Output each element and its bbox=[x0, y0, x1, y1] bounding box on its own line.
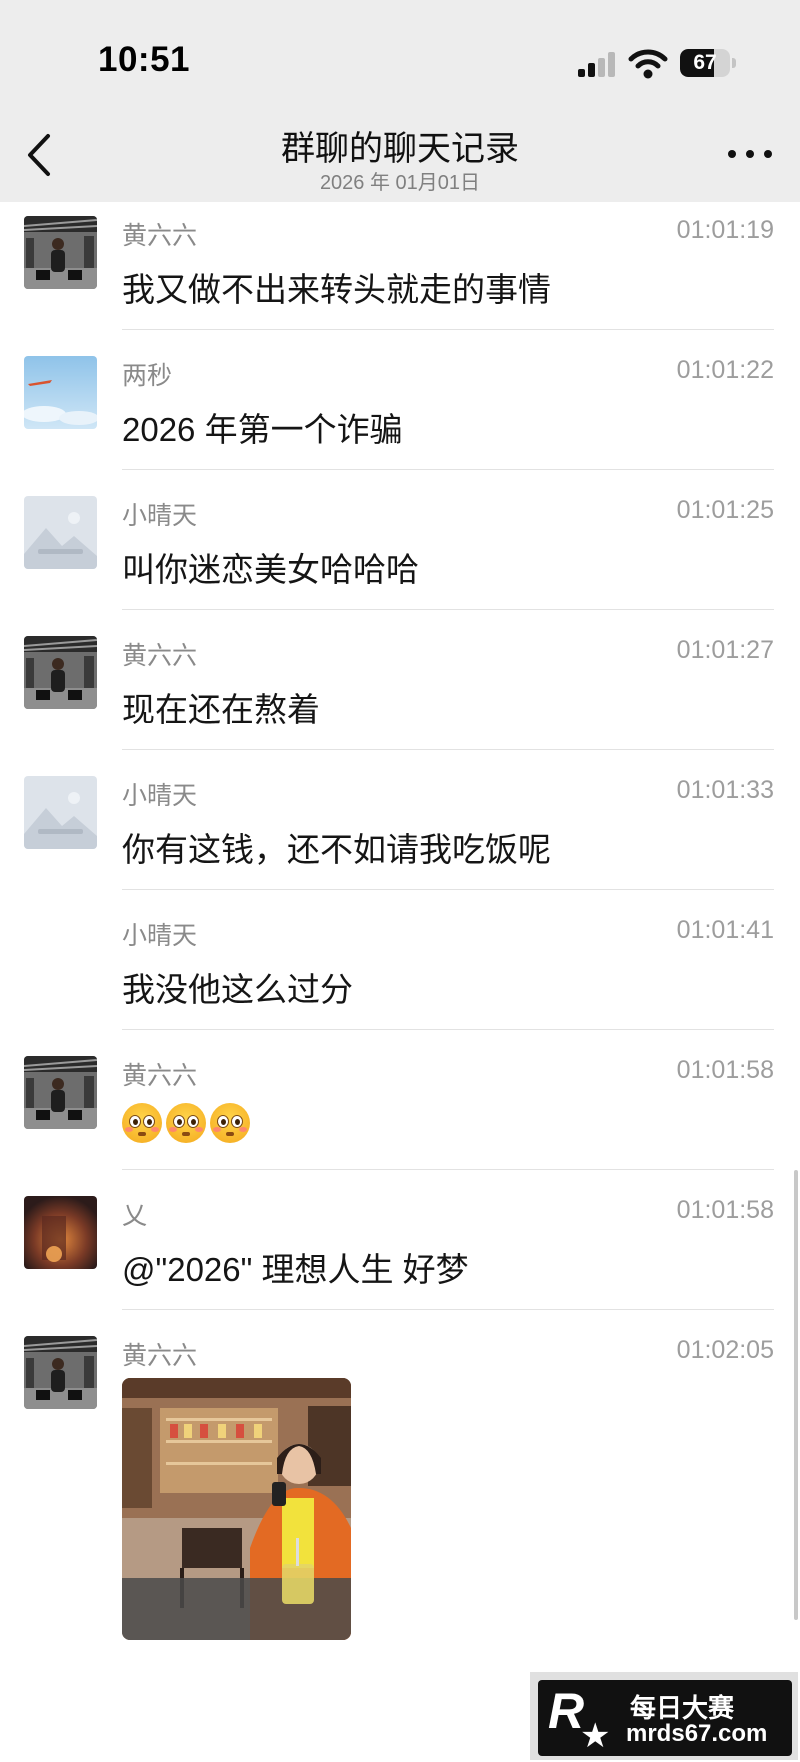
message-item[interactable]: 小晴天 01:01:33 你有这钱，还不如请我吃饭呢 bbox=[0, 750, 800, 890]
sender-name: 小晴天 bbox=[122, 782, 198, 810]
message-time: 01:01:33 bbox=[676, 776, 774, 804]
flushed-face-emoji bbox=[166, 1103, 206, 1144]
message-time: 01:01:19 bbox=[676, 216, 774, 244]
message-text: 我又做不出来转头就走的事情 bbox=[122, 271, 551, 308]
sender-name: 小晴天 bbox=[122, 922, 198, 950]
message-text: 现在还在熬着 bbox=[122, 691, 320, 728]
watermark-logo: R ★ 每日大赛 mrds67.com bbox=[528, 1670, 800, 1762]
message-photo[interactable] bbox=[122, 1378, 351, 1640]
avatar[interactable] bbox=[24, 356, 97, 429]
message-emoji bbox=[122, 1102, 254, 1144]
sender-name: 黄六六 bbox=[122, 1342, 198, 1370]
scrollbar[interactable] bbox=[794, 1170, 798, 1620]
sender-name: 黄六六 bbox=[122, 1062, 198, 1090]
status-time: 10:51 bbox=[98, 40, 191, 79]
sender-name: 小晴天 bbox=[122, 502, 198, 530]
avatar[interactable] bbox=[24, 1336, 97, 1409]
chat-history-screen: 小晴天01:01:04卧槽黄六六01:01:19我又做不出来转头就走的事情两秒0… bbox=[0, 0, 800, 1762]
wifi-icon bbox=[628, 49, 668, 79]
message-time: 01:01:58 bbox=[676, 1196, 774, 1224]
sender-name: 两秒 bbox=[122, 362, 173, 390]
battery-percent: 67 bbox=[693, 51, 717, 74]
message-text: 2026 年第一个诈骗 bbox=[122, 411, 403, 448]
avatar[interactable] bbox=[24, 496, 97, 569]
message-item[interactable]: 黄六六 01:01:19 我又做不出来转头就走的事情 bbox=[0, 190, 800, 330]
avatar[interactable] bbox=[24, 1196, 97, 1269]
star-icon: ★ bbox=[580, 1717, 611, 1755]
battery-indicator: 67 bbox=[680, 49, 736, 77]
message-time: 01:01:58 bbox=[676, 1056, 774, 1084]
page-title: 群聊的聊天记录 bbox=[281, 130, 519, 168]
watermark-r-logo: R bbox=[548, 1683, 585, 1739]
message-text: 我没他这么过分 bbox=[122, 971, 353, 1008]
flushed-face-emoji bbox=[122, 1103, 162, 1144]
avatar[interactable] bbox=[24, 636, 97, 709]
more-options-icon[interactable] bbox=[728, 150, 772, 162]
sender-name: 黄六六 bbox=[122, 222, 198, 250]
sender-name: 乂 bbox=[122, 1202, 148, 1230]
message-text: @"2026" 理想人生 好梦 bbox=[122, 1251, 469, 1288]
avatar[interactable] bbox=[24, 776, 97, 849]
message-item[interactable]: 乂 01:01:58 @"2026" 理想人生 好梦 bbox=[0, 1170, 800, 1310]
message-item[interactable]: 黄六六 01:01:58 bbox=[0, 1030, 800, 1170]
message-item[interactable]: 黄六六 01:02:05 bbox=[0, 1310, 800, 1640]
message-item[interactable]: 小晴天 01:01:25 叫你迷恋美女哈哈哈 bbox=[0, 470, 800, 610]
flushed-face-emoji bbox=[210, 1103, 250, 1144]
cellular-signal-icon bbox=[578, 52, 615, 77]
message-time: 01:01:27 bbox=[676, 636, 774, 664]
message-time: 01:02:05 bbox=[676, 1336, 774, 1364]
header: 10:51 67 群聊的聊天记录 2026 年 01月01日 bbox=[0, 0, 800, 202]
message-time: 01:01:22 bbox=[676, 356, 774, 384]
avatar[interactable] bbox=[24, 216, 97, 289]
message-text: 你有这钱，还不如请我吃饭呢 bbox=[122, 831, 551, 868]
message-item[interactable]: 黄六六 01:01:27 现在还在熬着 bbox=[0, 610, 800, 750]
watermark-url: mrds67.com bbox=[626, 1720, 768, 1747]
sender-name: 黄六六 bbox=[122, 642, 198, 670]
message-text: 叫你迷恋美女哈哈哈 bbox=[122, 551, 419, 588]
message-list[interactable]: 小晴天01:01:04卧槽黄六六01:01:19我又做不出来转头就走的事情两秒0… bbox=[0, 50, 800, 1640]
message-item[interactable]: 两秒 01:01:22 2026 年第一个诈骗 bbox=[0, 330, 800, 470]
message-item[interactable]: 小晴天 01:01:41 我没他这么过分 bbox=[0, 890, 800, 1030]
avatar[interactable] bbox=[24, 1056, 97, 1129]
message-time: 01:01:41 bbox=[676, 916, 774, 944]
message-time: 01:01:25 bbox=[676, 496, 774, 524]
page-subtitle-date: 2026 年 01月01日 bbox=[319, 172, 481, 194]
